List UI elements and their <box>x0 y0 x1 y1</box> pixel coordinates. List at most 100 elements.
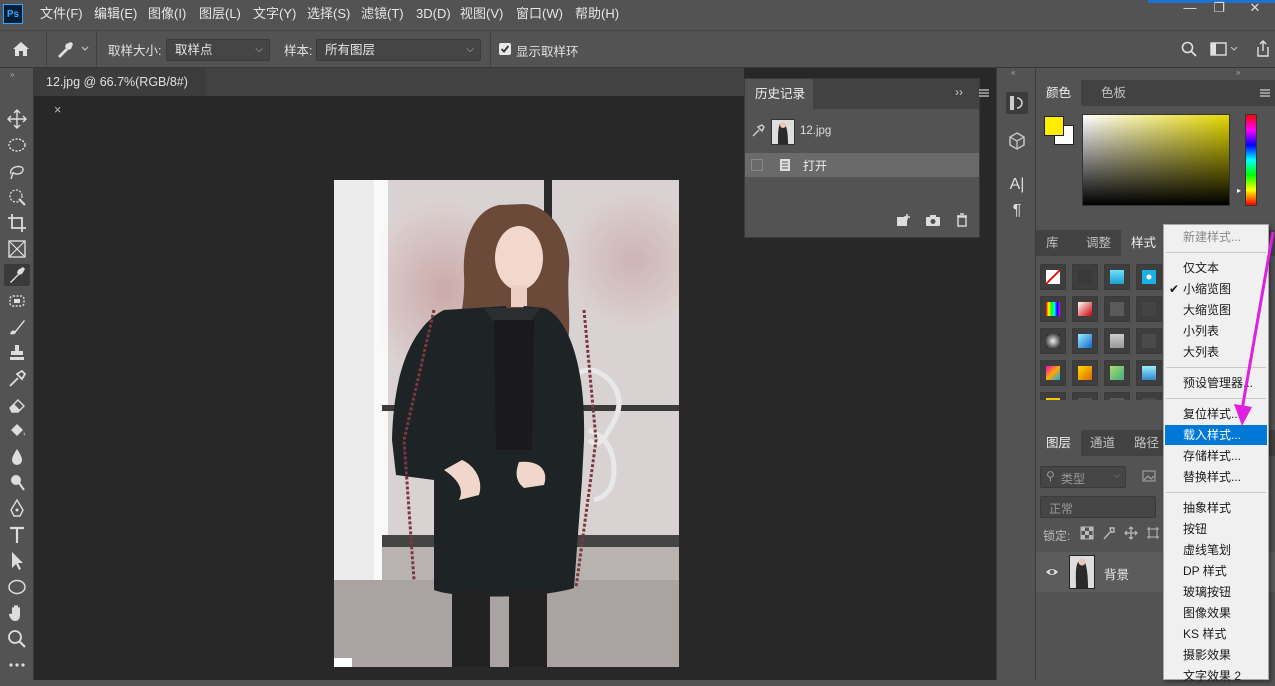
dodge-icon[interactable] <box>4 472 30 494</box>
paint-bucket-icon[interactable] <box>4 420 30 442</box>
tab-swatches[interactable]: 色板 <box>1091 80 1136 106</box>
menu-layer[interactable]: 图层(L) <box>199 0 241 28</box>
minimize-button[interactable]: — <box>1175 0 1205 18</box>
style-preset[interactable] <box>1104 264 1130 290</box>
patch-icon[interactable] <box>4 290 30 312</box>
hand-icon[interactable] <box>4 602 30 624</box>
menu-filter[interactable]: 滤镜(T) <box>361 0 404 28</box>
more-icon[interactable] <box>4 654 30 676</box>
menu-item-19[interactable]: 玻璃按钮 <box>1165 582 1267 602</box>
restore-button[interactable]: ❐ <box>1204 0 1234 18</box>
tab-styles[interactable]: 样式 <box>1121 230 1167 256</box>
history-brush-source-icon[interactable] <box>751 124 765 138</box>
style-preset[interactable] <box>1104 360 1130 386</box>
menu-item-22[interactable]: 摄影效果 <box>1165 645 1267 665</box>
menu-item-15[interactable]: 抽象样式 <box>1165 498 1267 518</box>
style-preset[interactable] <box>1136 264 1162 290</box>
camera-icon[interactable] <box>925 213 941 227</box>
menu-item-16[interactable]: 按钮 <box>1165 519 1267 539</box>
document-image[interactable] <box>334 180 679 667</box>
style-preset[interactable] <box>1040 328 1066 354</box>
sample-select[interactable]: 所有图层 ⌵ <box>316 39 481 61</box>
lock-artboard-icon[interactable] <box>1146 526 1160 540</box>
menu-3d[interactable]: 3D(D) <box>416 0 451 28</box>
eyedropper-icon[interactable] <box>4 264 30 286</box>
eyedropper-preset-icon[interactable] <box>54 39 94 59</box>
lock-position-icon[interactable] <box>1124 526 1138 540</box>
ellipse-icon[interactable] <box>4 576 30 598</box>
eraser-icon[interactable] <box>4 394 30 416</box>
home-icon[interactable] <box>10 39 32 59</box>
style-preset[interactable] <box>1072 392 1098 400</box>
lock-transparent-icon[interactable] <box>1080 526 1094 540</box>
move-icon[interactable] <box>4 108 30 130</box>
menu-type[interactable]: 文字(Y) <box>253 0 296 28</box>
new-document-from-state-icon[interactable] <box>895 213 911 227</box>
collapse-panel-icon[interactable]: ›› <box>955 85 963 99</box>
style-preset[interactable] <box>1072 296 1098 322</box>
menu-item-20[interactable]: 图像效果 <box>1165 603 1267 623</box>
tab-color[interactable]: 颜色 <box>1036 80 1082 106</box>
panel-menu-icon[interactable] <box>1259 87 1271 99</box>
stamp-icon[interactable] <box>4 342 30 364</box>
menu-item-12[interactable]: 存储样式... <box>1165 446 1267 466</box>
style-preset[interactable] <box>1040 264 1066 290</box>
crop-icon[interactable] <box>4 212 30 234</box>
hue-pointer-icon[interactable]: ▸ <box>1237 186 1243 195</box>
menu-help[interactable]: 帮助(H) <box>575 0 619 28</box>
search-icon[interactable] <box>1180 40 1198 58</box>
type-icon[interactable] <box>4 524 30 546</box>
history-brush-icon[interactable] <box>4 368 30 390</box>
menu-item-21[interactable]: KS 样式 <box>1165 624 1267 644</box>
zoom-icon[interactable] <box>4 628 30 650</box>
style-preset[interactable] <box>1136 328 1162 354</box>
document-tab[interactable]: 12.jpg @ 66.7%(RGB/8#) × <box>34 68 206 117</box>
style-preset[interactable] <box>1136 392 1162 400</box>
filter-image-icon[interactable] <box>1142 470 1156 482</box>
history-snapshot[interactable]: 12.jpg <box>745 113 979 153</box>
pen-icon[interactable] <box>4 498 30 520</box>
menu-edit[interactable]: 编辑(E) <box>94 0 137 28</box>
brush-icon[interactable] <box>4 316 30 338</box>
close-button[interactable]: ✕ <box>1240 0 1270 18</box>
style-preset[interactable] <box>1072 328 1098 354</box>
style-preset[interactable] <box>1040 392 1066 400</box>
trash-icon[interactable] <box>955 213 969 227</box>
show-ring-checkbox[interactable] <box>499 43 511 55</box>
frame-icon[interactable] <box>4 238 30 260</box>
expand-icon[interactable]: « <box>1011 68 1015 77</box>
history-step[interactable]: 打开 <box>745 153 979 177</box>
style-preset[interactable] <box>1040 296 1066 322</box>
history-panel-icon[interactable] <box>1006 92 1028 114</box>
quick-select-icon[interactable] <box>4 186 30 208</box>
blur-icon[interactable] <box>4 446 30 468</box>
style-preset[interactable] <box>1072 264 1098 290</box>
style-preset[interactable] <box>1040 360 1066 386</box>
close-tab-icon[interactable]: × <box>54 103 61 117</box>
blend-mode-select[interactable]: 正常 <box>1040 496 1156 518</box>
lasso-icon[interactable] <box>4 160 30 182</box>
style-preset[interactable] <box>1104 328 1130 354</box>
sample-size-select[interactable]: 取样点 ⌵ <box>166 39 270 61</box>
tab-adjustments[interactable]: 调整 <box>1076 230 1121 256</box>
character-panel-icon[interactable]: A| <box>1006 174 1028 196</box>
style-preset[interactable] <box>1136 296 1162 322</box>
lock-pixels-icon[interactable] <box>1102 526 1116 540</box>
hue-slider[interactable] <box>1245 114 1257 206</box>
menu-view[interactable]: 视图(V) <box>460 0 503 28</box>
step-source-checkbox[interactable] <box>751 159 763 171</box>
3d-panel-icon[interactable] <box>1006 130 1028 152</box>
color-field[interactable] <box>1082 114 1230 206</box>
menu-select[interactable]: 选择(S) <box>307 0 350 28</box>
tab-libraries[interactable]: 库 <box>1036 230 1069 256</box>
workspace-icon[interactable] <box>1210 40 1240 58</box>
collapse-icon[interactable]: » <box>10 70 14 79</box>
menu-file[interactable]: 文件(F) <box>40 0 83 28</box>
tab-channels[interactable]: 通道 <box>1080 430 1125 456</box>
menu-item-23[interactable]: 文字效果 2 <box>1165 666 1267 686</box>
style-preset[interactable] <box>1104 296 1130 322</box>
style-preset[interactable] <box>1072 360 1098 386</box>
path-select-icon[interactable] <box>4 550 30 572</box>
collapse-dock-icon[interactable]: » <box>1236 68 1240 77</box>
marquee-icon[interactable] <box>4 134 30 156</box>
